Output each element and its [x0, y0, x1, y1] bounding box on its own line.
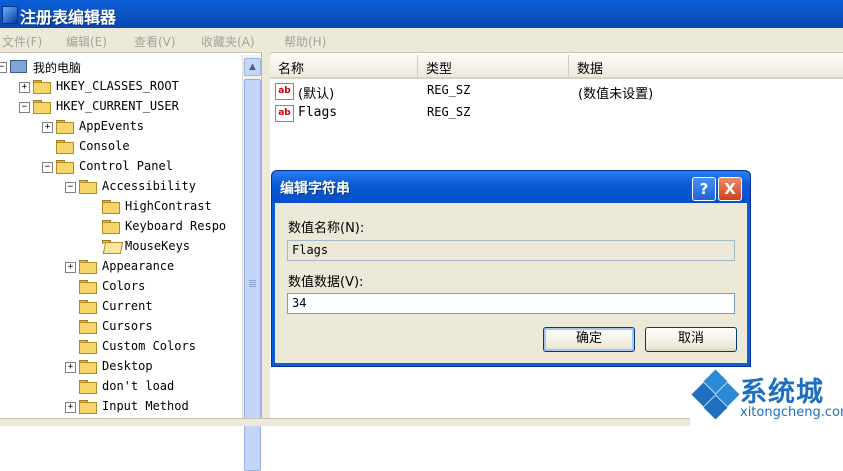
folder-icon: [33, 80, 51, 94]
tree-node[interactable]: + Appearance: [0, 257, 242, 277]
value-name-field: Flags: [287, 240, 735, 261]
regedit-icon: [2, 6, 18, 24]
string-value-icon: ab: [275, 83, 294, 100]
string-value-icon: ab: [275, 105, 294, 122]
watermark-brand: 系统城: [740, 377, 824, 408]
folder-icon: [102, 200, 120, 214]
tree-node[interactable]: MouseKeys: [0, 237, 242, 257]
folder-icon: [79, 380, 97, 394]
tree-node[interactable]: Colors: [0, 277, 242, 297]
tree-node[interactable]: don't load: [0, 377, 242, 397]
collapse-icon[interactable]: −: [65, 182, 76, 193]
tree-node[interactable]: Custom Colors: [0, 337, 242, 357]
column-header-type[interactable]: 类型: [418, 55, 569, 79]
tree-node-label: Keyboard Respo: [125, 219, 227, 233]
folder-icon: [79, 360, 97, 374]
tree-node-label: HKEY_CLASSES_ROOT: [56, 79, 179, 93]
window-title: 注册表编辑器: [20, 8, 117, 27]
watermark-logo: 系统城 xitongcheng.com: [690, 365, 843, 425]
value-data-label: 数值数据(V):: [288, 275, 364, 290]
folder-icon: [102, 220, 120, 234]
folder-icon: [79, 260, 97, 274]
folder-icon: [79, 300, 97, 314]
watermark-url: xitongcheng.com: [740, 405, 843, 420]
menu-bar: 文件(F) 编辑(E) 查看(V) 收藏夹(A) 帮助(H): [0, 28, 843, 53]
value-name-label: 数值名称(N):: [288, 221, 365, 236]
expand-icon[interactable]: +: [65, 402, 76, 413]
value-row[interactable]: ab (默认) REG_SZ (数值未设置): [270, 81, 843, 102]
folder-icon: [79, 340, 97, 354]
menu-favorites[interactable]: 收藏夹(A): [201, 33, 255, 50]
tree-node-label: Console: [79, 139, 130, 153]
collapse-icon[interactable]: −: [42, 162, 53, 173]
close-icon[interactable]: X: [718, 177, 742, 201]
registry-tree[interactable]: − 我的电脑 + HKEY_CLASSES_ROOT − HKEY_CURRENT_USE…: [0, 55, 242, 425]
tree-node-label: don't load: [102, 379, 175, 393]
tree-node-label: Accessibility: [102, 179, 196, 193]
expand-icon[interactable]: +: [65, 362, 76, 373]
column-header-name[interactable]: 名称: [270, 55, 418, 79]
tree-node-label: AppEvents: [79, 119, 145, 133]
tree-node-label: Desktop: [102, 359, 153, 373]
dialog-body: 数值名称(N): Flags 数值数据(V): 34 确定 取消: [275, 203, 747, 363]
tree-node[interactable]: − Control Panel: [0, 157, 242, 177]
folder-icon: [79, 180, 97, 194]
scroll-thumb[interactable]: [244, 79, 261, 471]
help-icon[interactable]: ?: [692, 177, 716, 201]
edit-string-dialog: 编辑字符串 ? X 数值名称(N): Flags 数值数据(V): 34 确定 …: [271, 170, 751, 367]
folder-icon: [56, 140, 74, 154]
tree-node[interactable]: Keyboard Respo: [0, 217, 242, 237]
scroll-up-icon[interactable]: ▲: [244, 58, 261, 76]
collapse-icon[interactable]: −: [19, 102, 30, 113]
value-data-input[interactable]: 34: [287, 293, 735, 314]
folder-icon: [56, 160, 74, 174]
tree-node-label: 我的电脑: [33, 61, 82, 75]
folder-icon: [33, 100, 51, 114]
ok-button[interactable]: 确定: [543, 327, 635, 352]
value-row[interactable]: ab Flags REG_SZ: [270, 103, 843, 123]
tree-node-label: MouseKeys: [125, 239, 191, 253]
tree-node[interactable]: + Desktop: [0, 357, 242, 377]
tree-node-label: Custom Colors: [102, 339, 196, 353]
tree-node[interactable]: Current: [0, 297, 242, 317]
expand-icon[interactable]: +: [65, 262, 76, 273]
cancel-button[interactable]: 取消: [645, 327, 737, 352]
menu-edit[interactable]: 编辑(E): [66, 33, 107, 50]
tree-node-label: Input Method: [102, 399, 189, 413]
menu-file[interactable]: 文件(F): [2, 33, 42, 50]
collapse-icon[interactable]: −: [0, 62, 7, 73]
folder-icon: [79, 320, 97, 334]
tree-node[interactable]: Cursors: [0, 317, 242, 337]
folder-open-icon: [102, 240, 119, 253]
tree-node[interactable]: Console: [0, 137, 242, 157]
menu-view[interactable]: 查看(V): [134, 33, 176, 50]
tree-node-label: HighContrast: [125, 199, 212, 213]
tree-node[interactable]: − 我的电脑: [0, 57, 242, 77]
tree-node-label: Colors: [102, 279, 146, 293]
window-title-bar[interactable]: 注册表编辑器: [0, 0, 843, 28]
expand-icon[interactable]: +: [42, 122, 53, 133]
menu-help[interactable]: 帮助(H): [284, 33, 326, 50]
computer-icon: [10, 60, 27, 73]
column-header-data[interactable]: 数据: [569, 55, 843, 79]
dialog-title-bar[interactable]: 编辑字符串 ? X: [272, 171, 750, 203]
tree-node[interactable]: HighContrast: [0, 197, 242, 217]
tree-node[interactable]: + Input Method: [0, 397, 242, 417]
tree-node[interactable]: − HKEY_CURRENT_USER: [0, 97, 242, 117]
tree-node[interactable]: + AppEvents: [0, 117, 242, 137]
tree-node-label: HKEY_CURRENT_USER: [56, 99, 179, 113]
folder-icon: [79, 400, 97, 414]
tree-scrollbar[interactable]: ▲: [242, 55, 261, 471]
tree-node[interactable]: − Accessibility: [0, 177, 242, 197]
tree-node-label: Appearance: [102, 259, 175, 273]
folder-icon: [56, 120, 74, 134]
expand-icon[interactable]: +: [19, 82, 30, 93]
tree-node-label: Cursors: [102, 319, 153, 333]
tree-node[interactable]: + HKEY_CLASSES_ROOT: [0, 77, 242, 97]
tree-node-label: Control Panel: [79, 159, 173, 173]
dialog-title: 编辑字符串: [280, 181, 350, 197]
tree-node-label: Current: [102, 299, 153, 313]
folder-icon: [79, 280, 97, 294]
